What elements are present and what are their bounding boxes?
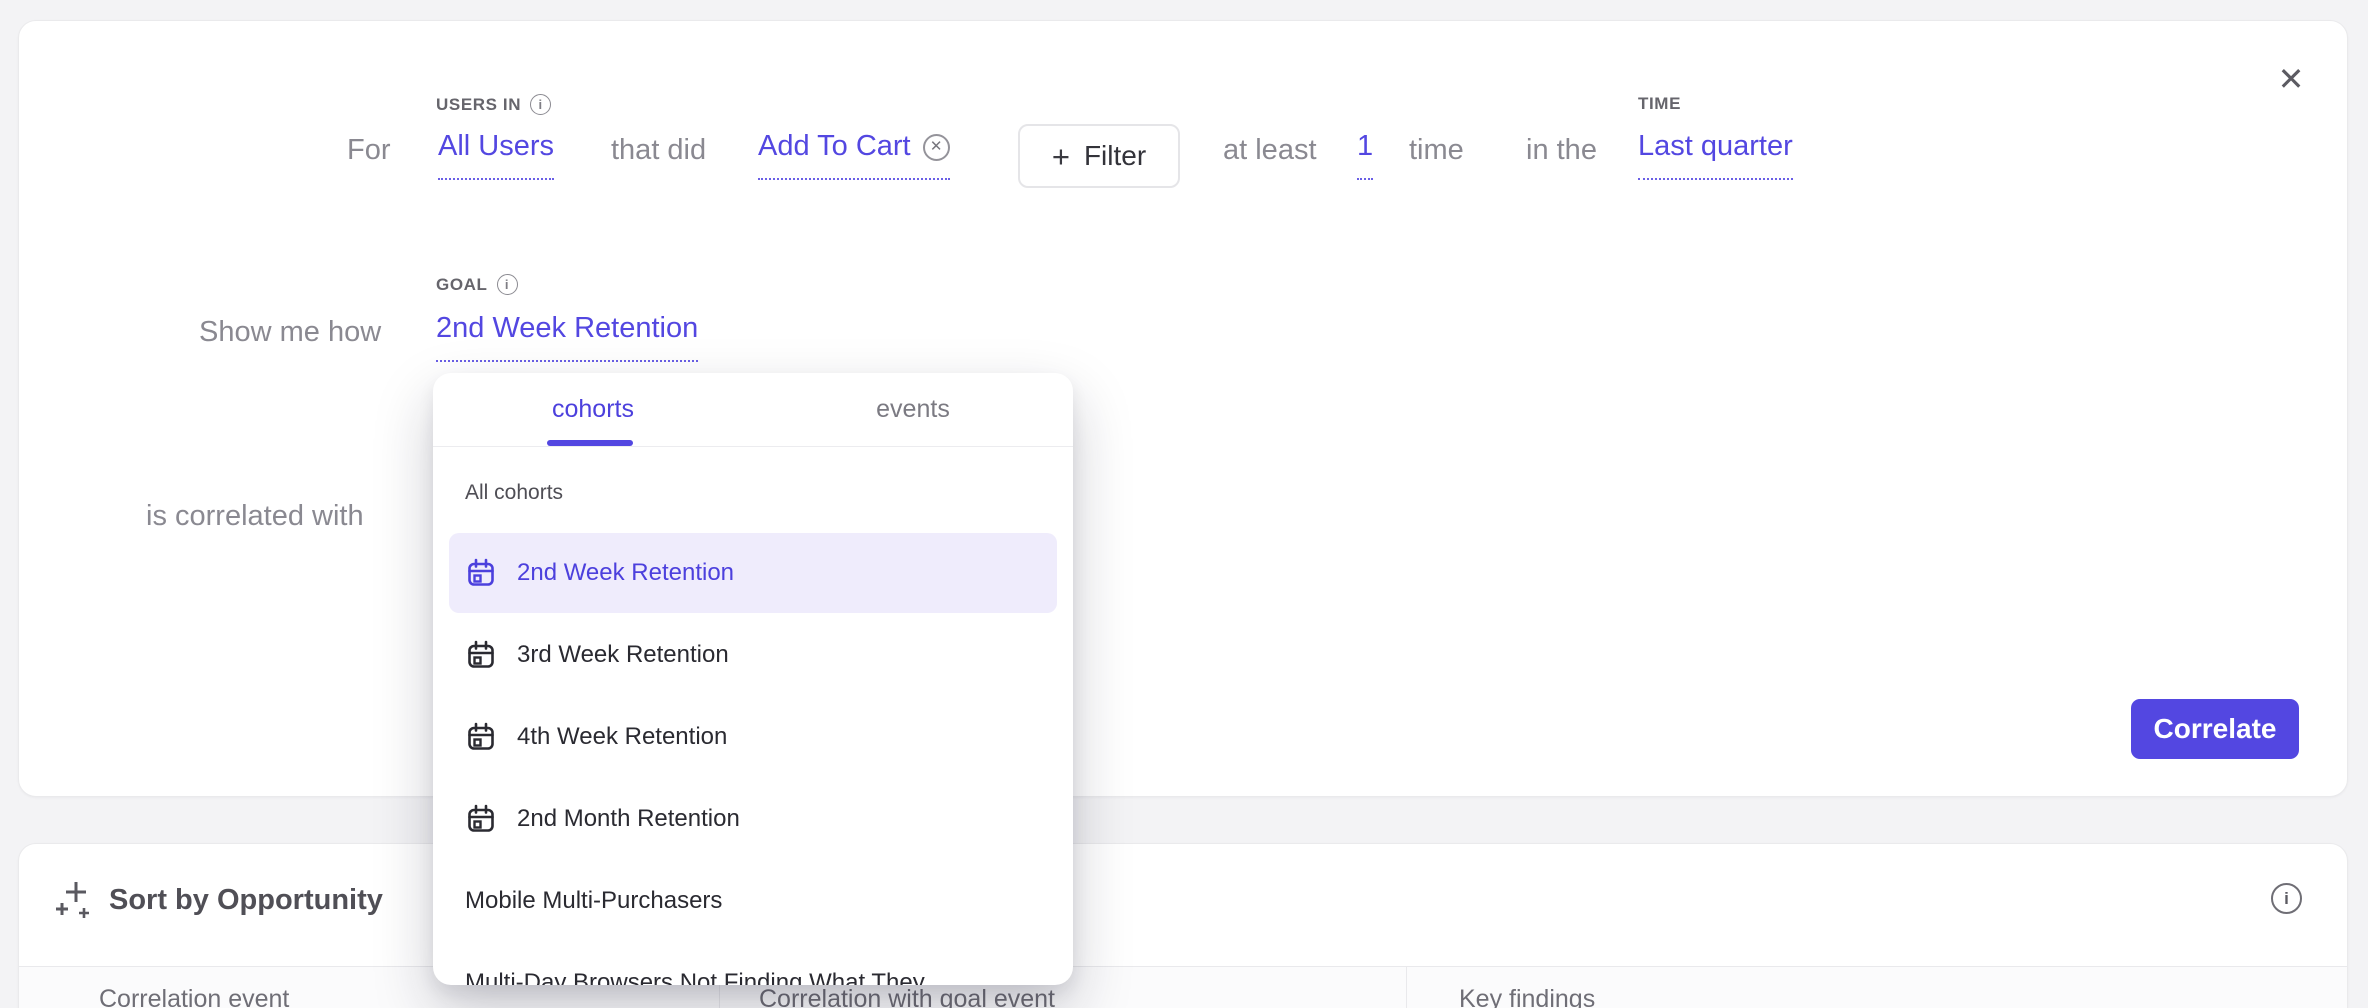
that-did-text: that did (611, 133, 706, 167)
info-icon[interactable]: i (497, 274, 518, 295)
correlate-button[interactable]: Correlate (2131, 699, 2299, 759)
calendar-icon (465, 803, 497, 835)
event-value: Add To Cart (758, 129, 911, 163)
calendar-icon (465, 721, 497, 753)
users-in-label: USERS IN i (436, 94, 551, 115)
times-count-value: 1 (1357, 129, 1373, 163)
calendar-icon (465, 557, 497, 589)
column-header-correlation-with-goal: Correlation with goal event (759, 985, 1055, 1008)
time-range-selector[interactable]: Last quarter (1638, 129, 1793, 180)
list-item-mobile-multi-purchasers[interactable]: Mobile Multi-Purchasers (449, 861, 1057, 941)
results-table-header: Correlation event Correlation with goal … (19, 966, 2347, 1008)
time-label: TIME (1638, 94, 1681, 114)
query-builder-card: ✕ USERS IN i TIME For All Users that did… (18, 20, 2348, 797)
info-icon[interactable]: i (2271, 883, 2302, 914)
column-header-correlation-event: Correlation event (99, 985, 289, 1008)
goal-value: 2nd Week Retention (436, 311, 698, 345)
tab-cohorts[interactable]: cohorts (433, 373, 753, 446)
list-item-label: 2nd Week Retention (517, 559, 734, 587)
close-icon[interactable]: ✕ (2269, 57, 2313, 101)
goal-selector[interactable]: 2nd Week Retention (436, 311, 698, 362)
show-me-how-text: Show me how (199, 315, 381, 349)
cohort-section-label: All cohorts (465, 481, 563, 505)
list-item-2nd-month-retention[interactable]: 2nd Month Retention (449, 779, 1057, 859)
column-header-key-findings: Key findings (1459, 985, 1595, 1008)
times-count-selector[interactable]: 1 (1357, 129, 1373, 180)
in-the-text: in the (1526, 133, 1597, 167)
correlation-builder-page: ✕ USERS IN i TIME For All Users that did… (0, 0, 2368, 1008)
cohort-list: 2nd Week Retention 3rd Week Retention 4t… (449, 533, 1057, 985)
event-selector[interactable]: Add To Cart ✕ (758, 129, 950, 180)
sparkles-icon (49, 877, 95, 923)
list-item-label: 4th Week Retention (517, 723, 727, 751)
at-least-text: at least (1223, 133, 1317, 167)
list-item-label: Multi-Day Browsers Not Finding What They (465, 969, 925, 985)
column-divider (1406, 967, 1407, 1008)
info-icon[interactable]: i (530, 94, 551, 115)
list-item-multi-day-browsers[interactable]: Multi-Day Browsers Not Finding What They (449, 943, 1057, 985)
time-label-text: TIME (1638, 94, 1681, 114)
goal-label: GOAL i (436, 274, 518, 295)
sort-by-label: Sort by Opportunity (109, 884, 383, 917)
plus-icon: + (1052, 141, 1070, 172)
time-range-value: Last quarter (1638, 129, 1793, 163)
goal-dropdown: cohorts events All cohorts 2nd Week Rete… (433, 373, 1073, 985)
sort-by-opportunity-button[interactable]: Sort by Opportunity (49, 877, 383, 923)
list-item-label: Mobile Multi-Purchasers (465, 887, 722, 915)
active-tab-indicator (547, 440, 633, 446)
time-text: time (1409, 133, 1464, 167)
goal-label-text: GOAL (436, 275, 488, 295)
users-in-label-text: USERS IN (436, 95, 521, 115)
for-text: For (347, 133, 391, 167)
remove-event-icon[interactable]: ✕ (923, 134, 950, 161)
add-filter-button[interactable]: + Filter (1018, 124, 1180, 188)
results-card: Sort by Opportunity i Correlation event … (18, 843, 2348, 1008)
calendar-icon (465, 639, 497, 671)
list-item-label: 3rd Week Retention (517, 641, 729, 669)
list-item-3rd-week-retention[interactable]: 3rd Week Retention (449, 615, 1057, 695)
tab-events[interactable]: events (753, 373, 1073, 446)
users-selector[interactable]: All Users (438, 129, 554, 180)
filter-button-label: Filter (1084, 140, 1146, 172)
is-correlated-with-text: is correlated with (146, 499, 364, 533)
list-item-2nd-week-retention[interactable]: 2nd Week Retention (449, 533, 1057, 613)
list-item-label: 2nd Month Retention (517, 805, 740, 833)
users-value: All Users (438, 129, 554, 163)
list-item-4th-week-retention[interactable]: 4th Week Retention (449, 697, 1057, 777)
dropdown-tabs: cohorts events (433, 373, 1073, 447)
